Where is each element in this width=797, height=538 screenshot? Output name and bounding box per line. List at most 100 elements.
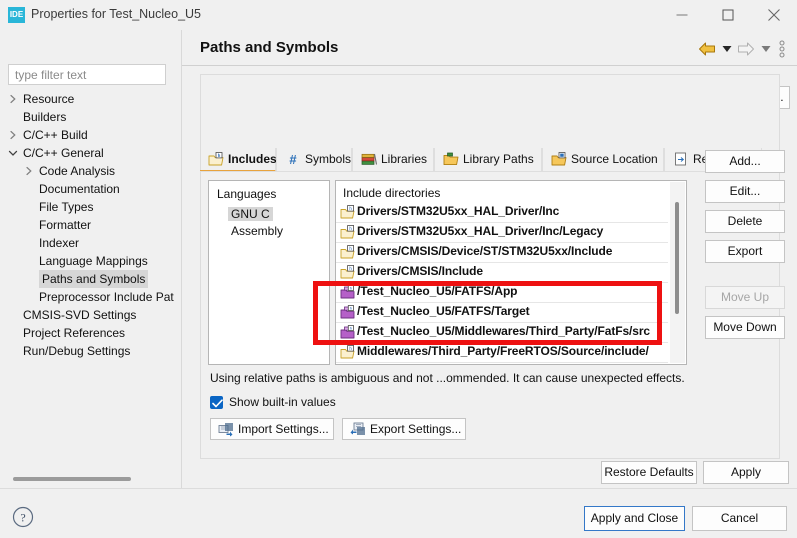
minimize-button[interactable] bbox=[659, 0, 705, 30]
scrollbar-thumb[interactable] bbox=[13, 477, 131, 481]
language-item-assembly[interactable]: Assembly bbox=[231, 224, 283, 238]
export-button[interactable]: Export bbox=[705, 240, 785, 263]
tree-horizontal-scrollbar[interactable] bbox=[6, 473, 168, 485]
maximize-button[interactable] bbox=[705, 0, 751, 30]
import-settings-button[interactable]: Import Settings... bbox=[210, 418, 334, 440]
export-settings-button[interactable]: Export Settings... bbox=[342, 418, 466, 440]
edit-button[interactable]: Edit... bbox=[705, 180, 785, 203]
scrollbar-thumb[interactable] bbox=[675, 202, 679, 314]
symbols-icon: # bbox=[285, 152, 301, 166]
back-arrow-icon[interactable] bbox=[696, 38, 718, 60]
sidebar-item-label: Documentation bbox=[39, 182, 120, 196]
move-down-button[interactable]: Move Down bbox=[705, 316, 785, 339]
delete-button[interactable]: Delete bbox=[705, 210, 785, 233]
include-path-label: Drivers/STM32U5xx_HAL_Driver/Inc bbox=[357, 204, 560, 218]
sidebar-item-documentation[interactable]: Documentation bbox=[0, 180, 182, 198]
folder-project-icon: h bbox=[340, 325, 355, 340]
sidebar-item-resource[interactable]: Resource bbox=[0, 90, 182, 108]
include-row[interactable]: h/Test_Nucleo_U5/FATFS/Target bbox=[336, 303, 668, 323]
sidebar-item-paths-and-symbols[interactable]: Paths and Symbols bbox=[0, 270, 182, 288]
include-vertical-scrollbar[interactable] bbox=[670, 182, 685, 363]
tab-includes[interactable]: h Includes bbox=[200, 148, 277, 172]
sidebar-item-c-c-build[interactable]: C/C++ Build bbox=[0, 126, 182, 144]
button-label: Import Settings... bbox=[238, 422, 329, 436]
sidebar-item-label: CMSIS-SVD Settings bbox=[23, 308, 137, 322]
include-row[interactable]: h Drivers/STM32U5xx_HAL_Driver/Inc bbox=[336, 203, 668, 223]
sidebar-item-formatter[interactable]: Formatter bbox=[0, 216, 182, 234]
move-up-button: Move Up bbox=[705, 286, 785, 309]
chevron-right-icon[interactable] bbox=[24, 166, 34, 176]
add-button[interactable]: Add... bbox=[705, 150, 785, 173]
properties-dialog: IDE Properties for Test_Nucleo_U5 type f… bbox=[0, 0, 797, 538]
include-row[interactable]: h Drivers/CMSIS/Include bbox=[336, 263, 668, 283]
filter-placeholder: type filter text bbox=[15, 68, 87, 82]
sidebar-item-run-debug-settings[interactable]: Run/Debug Settings bbox=[0, 342, 182, 360]
include-row[interactable]: h Drivers/STM32U5xx_HAL_Driver/Inc/Legacy bbox=[336, 223, 668, 243]
window-titlebar: IDE Properties for Test_Nucleo_U5 bbox=[0, 0, 797, 30]
apply-and-close-button[interactable]: Apply and Close bbox=[584, 506, 685, 531]
filter-input[interactable]: type filter text bbox=[8, 64, 166, 85]
sidebar-item-c-c-general[interactable]: C/C++ General bbox=[0, 144, 182, 162]
tab-label: Library Paths bbox=[463, 152, 534, 166]
folder-workspace-icon: h bbox=[340, 225, 355, 240]
back-dropdown-icon[interactable] bbox=[720, 38, 733, 60]
sidebar-item-indexer[interactable]: Indexer bbox=[0, 234, 182, 252]
tab-label: Symbols bbox=[305, 152, 352, 166]
sidebar-item-builders[interactable]: Builders bbox=[0, 108, 182, 126]
sidebar-item-label: Run/Debug Settings bbox=[23, 344, 131, 358]
sidebar-item-label: Formatter bbox=[39, 218, 92, 232]
chevron-down-icon[interactable] bbox=[8, 148, 18, 158]
tab-symbols[interactable]: # Symbols bbox=[276, 148, 352, 172]
sidebar-item-language-mappings[interactable]: Language Mappings bbox=[0, 252, 182, 270]
include-rows: h Drivers/STM32U5xx_HAL_Driver/Inc h Driver… bbox=[336, 203, 668, 363]
title-divider bbox=[182, 65, 797, 66]
sidebar-item-project-references[interactable]: Project References bbox=[0, 324, 182, 342]
sidebar-item-label: File Types bbox=[39, 200, 94, 214]
sidebar-item-cmsis-svd-settings[interactable]: CMSIS-SVD Settings bbox=[0, 306, 182, 324]
forward-arrow-icon[interactable] bbox=[735, 38, 757, 60]
sidebar-item-label: Paths and Symbols bbox=[39, 270, 149, 288]
window-title: Properties for Test_Nucleo_U5 bbox=[31, 7, 201, 21]
include-row[interactable]: h/Test_Nucleo_U5/FATFS/App bbox=[336, 283, 668, 303]
include-row[interactable]: h Drivers/CMSIS/Device/ST/STM32U5xx/Inclu… bbox=[336, 243, 668, 263]
chevron-right-icon[interactable] bbox=[8, 130, 18, 140]
sidebar-item-label: Builders bbox=[23, 110, 67, 124]
close-button[interactable] bbox=[751, 0, 797, 30]
sidebar-item-label: C/C++ Build bbox=[23, 128, 88, 142]
cancel-button[interactable]: Cancel bbox=[692, 506, 787, 531]
languages-list[interactable]: Languages GNU C Assembly bbox=[208, 180, 330, 365]
settings-tree: Resource Builders C/C++ Build C/C++ General… bbox=[0, 90, 182, 360]
sidebar-item-code-analysis[interactable]: Code Analysis bbox=[0, 162, 182, 180]
sidebar-item-label: Indexer bbox=[39, 236, 80, 250]
svg-text:?: ? bbox=[20, 511, 25, 525]
folder-workspace-icon: h bbox=[340, 245, 355, 260]
tab-source-location[interactable]: Source Location bbox=[542, 148, 664, 172]
tab-library-paths[interactable]: Library Paths bbox=[434, 148, 542, 172]
restore-defaults-button[interactable]: Restore Defaults bbox=[601, 461, 697, 484]
include-path-label: Drivers/CMSIS/Device/ST/STM32U5xx/Includ… bbox=[357, 244, 613, 258]
svg-text:h: h bbox=[218, 153, 221, 158]
tabs-divider bbox=[200, 171, 780, 172]
ide-logo-icon: IDE bbox=[8, 7, 25, 23]
languages-header: Languages bbox=[217, 187, 277, 201]
relative-paths-note: Using relative paths is ambiguous and no… bbox=[210, 371, 685, 385]
folder-project-icon: h bbox=[340, 285, 355, 300]
include-directories-list[interactable]: Include directories h Drivers/STM32U5xx_H… bbox=[335, 180, 687, 365]
svg-text:h: h bbox=[350, 286, 352, 291]
include-row[interactable]: h/Test_Nucleo_U5/Middlewares/Third_Party… bbox=[336, 323, 668, 343]
view-menu-icon[interactable] bbox=[774, 38, 789, 60]
chevron-right-icon[interactable] bbox=[8, 94, 18, 104]
language-item-gnu-c[interactable]: GNU C bbox=[228, 207, 273, 221]
page-title: Paths and Symbols bbox=[200, 39, 339, 56]
help-icon[interactable]: ? bbox=[12, 506, 34, 528]
include-row[interactable]: h Middlewares/Third_Party/FreeRTOS/Source… bbox=[336, 343, 668, 363]
tab-libraries[interactable]: Libraries bbox=[352, 148, 434, 172]
export-icon bbox=[350, 422, 366, 437]
forward-dropdown-icon[interactable] bbox=[759, 38, 772, 60]
sidebar-item-preprocessor-include-pat[interactable]: Preprocessor Include Pat bbox=[0, 288, 182, 306]
references-icon bbox=[673, 152, 689, 166]
tab-label: Includes bbox=[228, 152, 277, 166]
include-path-label: /Test_Nucleo_U5/FATFS/App bbox=[357, 284, 518, 298]
apply-button[interactable]: Apply bbox=[703, 461, 789, 484]
sidebar-item-file-types[interactable]: File Types bbox=[0, 198, 182, 216]
